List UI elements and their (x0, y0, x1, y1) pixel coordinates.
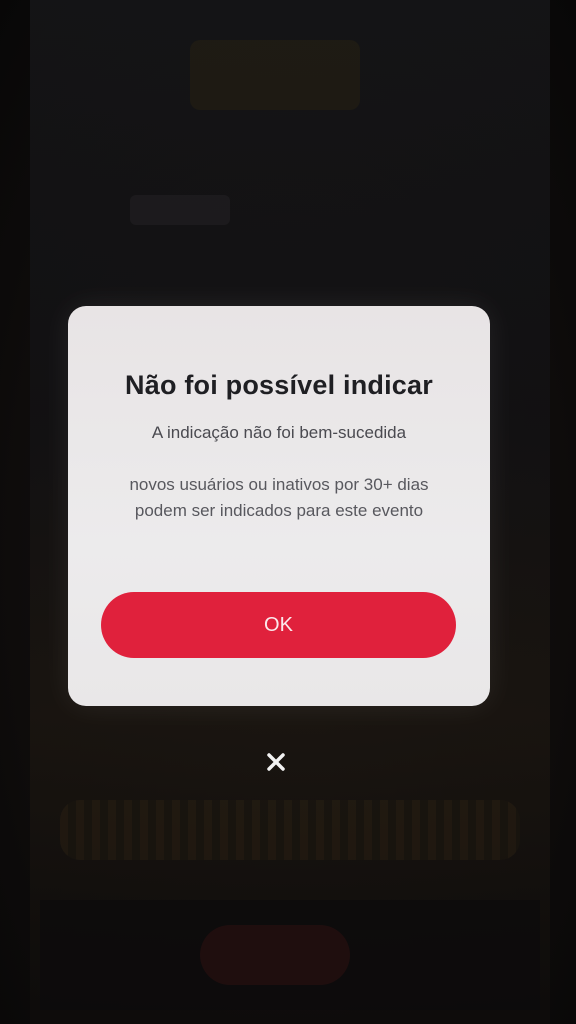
close-button[interactable] (260, 748, 292, 780)
dialog-subtitle: A indicação não foi bem-sucedida (151, 423, 407, 442)
dialog-message: novos usuários ou inativos por 30+ dias … (129, 475, 429, 520)
dialog-title: Não foi possível indicar (125, 370, 433, 400)
screen: Não foi possível indicar A indicação não… (0, 0, 576, 1024)
close-icon (265, 749, 287, 779)
background-center-button (200, 925, 350, 985)
error-dialog: Não foi possível indicar A indicação não… (68, 306, 490, 706)
background-decoration (60, 800, 520, 860)
background-banner (190, 40, 360, 110)
background-amount (130, 195, 230, 225)
ok-button[interactable]: OK (101, 592, 456, 658)
